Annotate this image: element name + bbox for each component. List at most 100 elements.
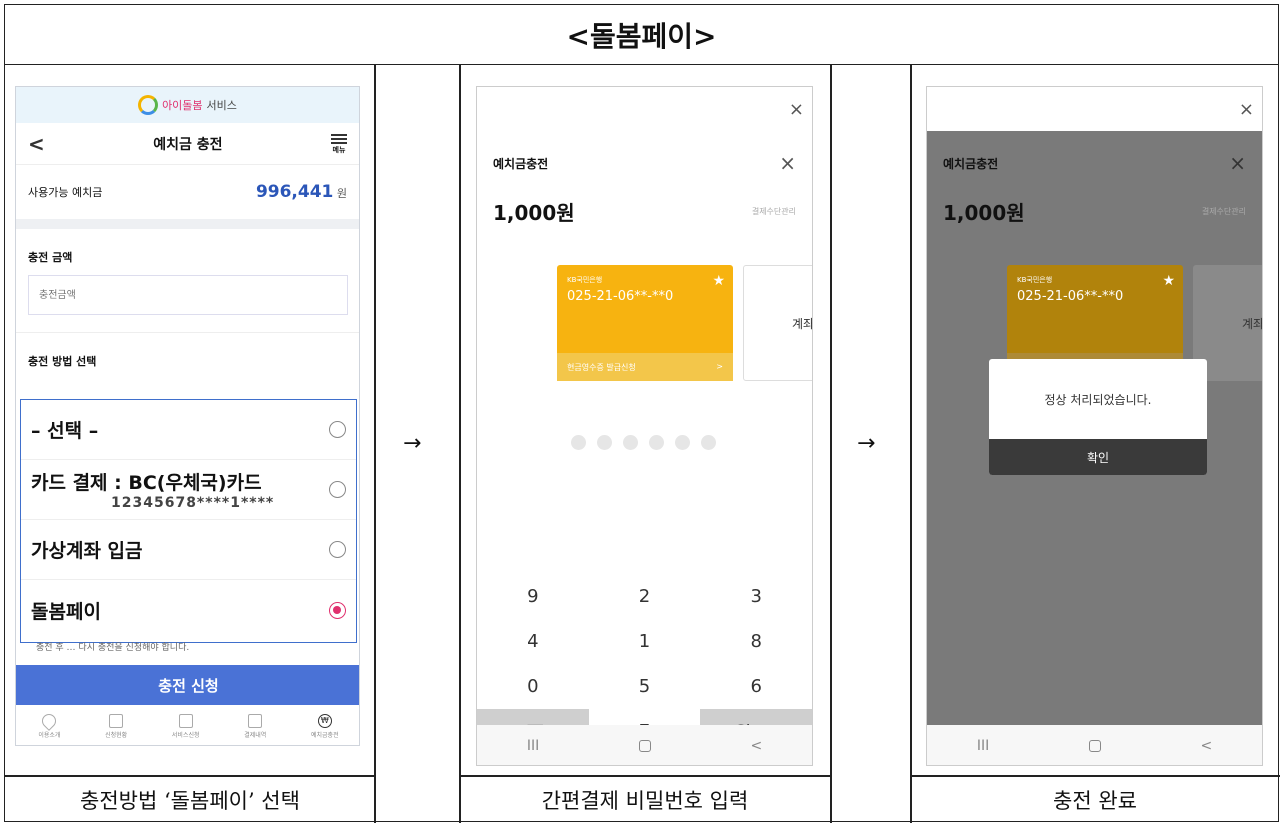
drop-icon — [39, 710, 60, 731]
method-option-none[interactable]: – 선택 – — [21, 400, 356, 460]
pin-dot — [571, 435, 586, 450]
cash-receipt-label: 현금영수증 발급신청 — [567, 363, 636, 372]
balance-value: 996,441 — [255, 182, 334, 202]
charge-amount-input[interactable] — [28, 275, 348, 315]
charge-amount-label: 충전 금액 — [28, 251, 73, 264]
service-logo: 아이돌봄 서비스 — [16, 87, 359, 123]
balance-row: 사용가능 예치금 996,441 원 — [16, 165, 359, 219]
card-bank-name: KB국민은행 — [567, 276, 603, 284]
radio-button[interactable] — [329, 541, 346, 558]
confirm-button[interactable]: 확인 — [989, 439, 1207, 475]
payment-sheet: 예치금충전 × 1,000원 결제수단관리 KB국민은행 025-21-06**… — [477, 131, 813, 754]
method-option-virtual-account[interactable]: 가상계좌 입금 — [21, 520, 356, 580]
tab-label: 결제내역 — [244, 731, 267, 739]
tab-label: 신청현황 — [105, 731, 128, 739]
logo-icon — [138, 95, 159, 115]
payment-password-screen: × 예치금충전 × 1,000원 결제수단관리 KB국민은행 025-21-06… — [476, 86, 813, 766]
radio-button[interactable] — [329, 481, 346, 498]
keypad-key[interactable]: 1 — [588, 619, 701, 664]
add-account-card[interactable]: 계좌 — [743, 265, 813, 381]
method-option-dolbompay[interactable]: 돌봄페이 — [21, 580, 356, 640]
tab-apply[interactable]: 서비스신청 — [171, 713, 200, 739]
card-account-number: 025-21-06**-**0 — [1017, 289, 1124, 304]
keypad-key[interactable]: 4 — [477, 619, 589, 664]
method-option-label: 돌봄페이 — [31, 600, 101, 623]
card-number: 12345678****1**** — [111, 495, 275, 511]
balance-label: 사용가능 예치금 — [28, 186, 103, 199]
bottom-tab-bar: 이용소개 신청현황 서비스신청 결제내역 ₩ 예치금충전 — [16, 705, 359, 745]
caption-step2: 간편결제 비밀번호 입력 — [541, 789, 749, 813]
pin-dots — [571, 435, 716, 450]
page-title: 예치금 충전 — [153, 136, 223, 153]
radio-button-selected[interactable] — [329, 601, 346, 619]
recent-apps-icon[interactable]: III — [527, 738, 539, 754]
sheet-title: 예치금충전 — [493, 156, 549, 171]
keypad-key[interactable]: 6 — [700, 664, 812, 709]
document-title: <돌봄페이> — [5, 5, 1278, 65]
tab-intro[interactable]: 이용소개 — [38, 710, 61, 739]
home-icon[interactable] — [1088, 740, 1101, 752]
method-option-card[interactable]: 카드 결제 : BC(우체국)카드 12345678****1**** — [21, 460, 356, 520]
hamburger-icon — [330, 133, 347, 136]
keypad-key[interactable]: 0 — [477, 664, 589, 709]
close-icon[interactable]: × — [789, 99, 804, 120]
column-divider — [459, 65, 461, 823]
card-bank-name: KB국민은행 — [1017, 276, 1053, 284]
hamburger-icon-bar — [330, 137, 347, 140]
android-nav-bar: III < — [927, 725, 1262, 765]
keypad-key[interactable]: 3 — [700, 574, 812, 619]
bank-account-card[interactable]: KB국민은행 025-21-06**-**0 ★ 현금영수증 발급신청 > — [557, 265, 733, 381]
tab-deposit[interactable]: ₩ 예치금충전 — [311, 713, 339, 739]
window-top-bar: × — [477, 87, 812, 131]
hamburger-icon-bar — [330, 141, 347, 144]
sheet-header: 예치금충전 × — [477, 131, 812, 175]
dialog-message: 정상 처리되었습니다. — [1044, 392, 1152, 407]
balance-unit: 원 — [336, 187, 347, 200]
tab-payments[interactable]: 결제내역 — [244, 713, 267, 739]
column-divider — [910, 65, 912, 823]
charge-complete-screen: × 예치금충전 × 1,000원 결제수단관리 KB국민은행 025-21-06… — [926, 86, 1263, 766]
service-name: 아이돌봄 — [162, 99, 203, 112]
window-top-bar: × — [927, 87, 1262, 131]
amount-row: 1,000원 결제수단관리 — [477, 175, 812, 226]
home-icon[interactable] — [638, 740, 651, 752]
card2-label: 계좌 — [792, 316, 813, 331]
section-gap — [16, 219, 359, 229]
star-icon[interactable]: ★ — [712, 273, 725, 289]
back-icon[interactable]: < — [1200, 738, 1212, 754]
notice-text: 충전 후 … 다시 충전을 신청해야 합니다. — [36, 643, 190, 653]
cash-receipt-link[interactable]: 현금영수증 발급신청 > — [557, 353, 733, 381]
keypad-key[interactable]: 5 — [588, 664, 701, 709]
column-divider — [374, 65, 376, 823]
tab-label: 이용소개 — [38, 731, 61, 739]
pin-dot — [701, 435, 716, 450]
success-dialog: 정상 처리되었습니다. 확인 — [989, 359, 1207, 475]
tab-label: 서비스신청 — [171, 731, 200, 739]
back-icon[interactable]: < — [28, 132, 45, 156]
arrow-right-icon: → — [857, 431, 876, 456]
back-icon[interactable]: < — [750, 738, 762, 754]
keypad-key[interactable]: 2 — [588, 574, 701, 619]
android-nav-bar: III < — [477, 725, 812, 765]
card-account-number: 025-21-06**-**0 — [567, 289, 674, 304]
radio-button[interactable] — [329, 421, 346, 438]
payment-method-manage-link[interactable]: 결제수단관리 — [752, 206, 796, 217]
keypad-key[interactable]: 9 — [477, 574, 589, 619]
service-suffix: 서비스 — [206, 99, 237, 112]
method-option-label: – 선택 – — [31, 420, 99, 442]
close-icon[interactable]: × — [779, 151, 796, 175]
tab-status[interactable]: 신청현황 — [105, 713, 128, 739]
keypad-key[interactable]: 8 — [700, 619, 812, 664]
chevron-right-icon: > — [716, 362, 723, 371]
pin-dot — [649, 435, 664, 450]
charge-submit-button[interactable]: 충전 신청 — [16, 665, 359, 705]
charge-method-label: 충전 방법 선택 — [28, 355, 97, 368]
recent-apps-icon[interactable]: III — [977, 738, 989, 754]
pin-dot — [597, 435, 612, 450]
receipt-icon — [248, 713, 263, 728]
sheet-title: 예치금충전 — [943, 156, 999, 171]
menu-button[interactable]: 메뉴 — [330, 133, 347, 155]
close-icon[interactable]: × — [1239, 99, 1254, 120]
pin-dot — [623, 435, 638, 450]
list-icon — [109, 713, 124, 728]
